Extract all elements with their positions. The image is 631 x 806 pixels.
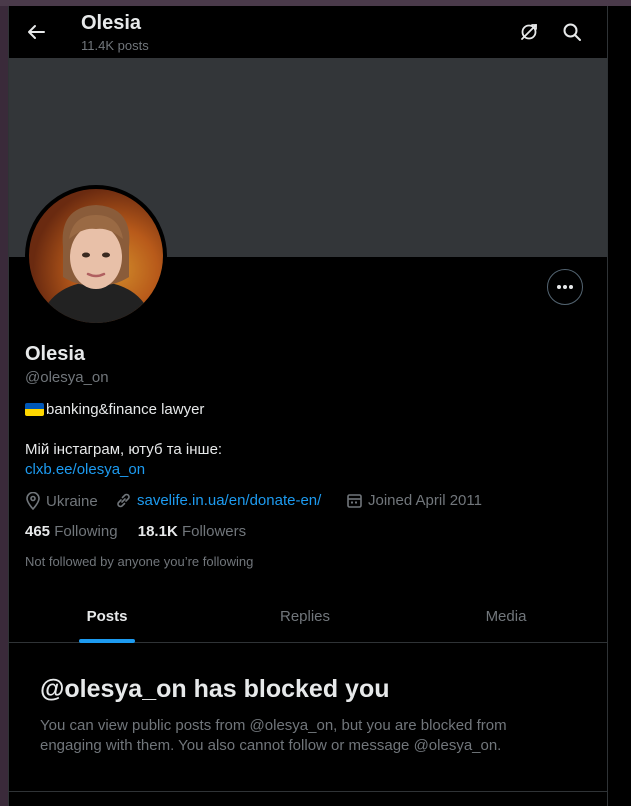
profile-handle: @olesya_on: [25, 369, 109, 386]
divider: [9, 791, 607, 792]
blocked-title: @olesya_on has blocked you: [40, 675, 390, 703]
back-arrow-icon: [28, 25, 45, 39]
search-button[interactable]: [560, 20, 584, 44]
search-icon: [563, 23, 581, 41]
header-title: Olesia: [81, 12, 142, 34]
ukraine-flag-icon: [25, 403, 44, 416]
bio-link[interactable]: clxb.ee/olesya_on: [25, 461, 145, 478]
not-followed-notice: Not followed by anyone you’re following: [25, 554, 254, 569]
profile-tabs: Posts Replies Media: [9, 594, 607, 643]
joined-text: Joined April 2011: [368, 492, 482, 509]
bio-line-1: banking&finance lawyer: [25, 401, 204, 418]
followers-label: Followers: [181, 523, 247, 540]
more-options-button[interactable]: [547, 269, 583, 305]
avatar[interactable]: [25, 185, 167, 327]
profile-page: Olesia 11.4K posts Olesia @olesya_on ban…: [8, 6, 608, 806]
profile-name: Olesia: [25, 343, 86, 365]
following-label: Following: [54, 523, 118, 540]
right-edge-panel: [607, 6, 631, 806]
refresh-toggle-button[interactable]: [517, 20, 541, 44]
bio-line-2: Мій інстаграм, ютуб та інше:: [25, 441, 223, 458]
bio-text: banking&finance lawyer: [46, 401, 205, 418]
website-item: savelife.in.ua/en/donate-en/: [115, 492, 321, 509]
tab-media[interactable]: Media: [405, 594, 607, 642]
following-link[interactable]: 465 Following: [25, 523, 118, 540]
followers-count: 18.1K: [137, 523, 178, 540]
header-posts-count: 11.4K posts: [81, 38, 149, 53]
tab-posts[interactable]: Posts: [9, 594, 205, 642]
avatar-portrait: [39, 205, 153, 323]
more-icon: [557, 285, 573, 289]
active-tab-indicator: [79, 639, 135, 643]
profile-header: Olesia 11.4K posts: [9, 6, 607, 58]
following-count: 465: [25, 523, 51, 540]
website-link[interactable]: savelife.in.ua/en/donate-en/: [137, 492, 321, 509]
back-button[interactable]: [23, 19, 49, 45]
location-text: Ukraine: [46, 492, 98, 510]
link-icon: [117, 493, 130, 508]
location-item: Ukraine: [25, 492, 98, 510]
calendar-icon: [347, 494, 362, 508]
location-icon: [26, 492, 40, 510]
follow-stats: 465 Following 18.1K Followers: [25, 523, 246, 540]
no-refresh-icon: [521, 24, 537, 40]
joined-item: Joined April 2011: [346, 492, 482, 509]
tab-replies[interactable]: Replies: [205, 594, 405, 642]
blocked-message: You can view public posts from @olesya_o…: [40, 717, 507, 754]
followers-link[interactable]: 18.1K Followers: [138, 523, 246, 540]
